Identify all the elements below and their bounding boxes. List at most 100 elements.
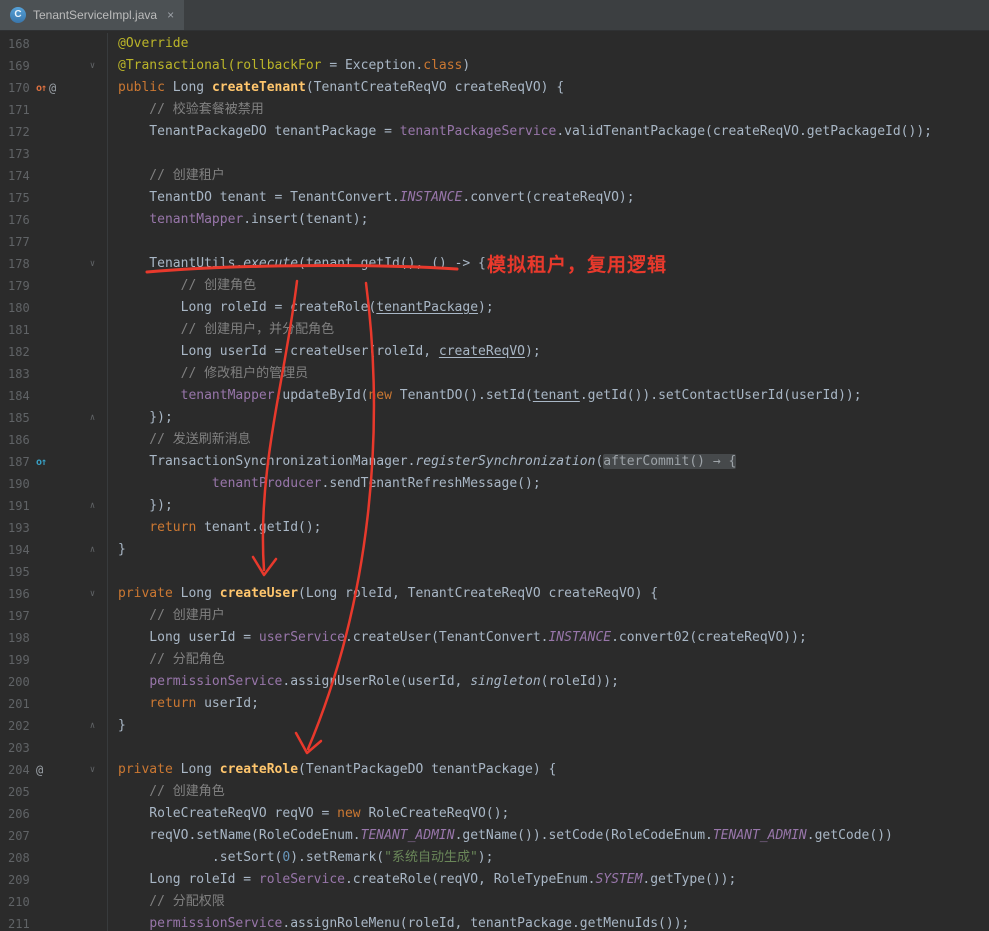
gutter-icon-area (34, 99, 78, 121)
fold-toggle[interactable]: ∧ (78, 715, 108, 737)
code-text[interactable]: tenantMapper.insert(tenant); (108, 209, 989, 231)
token: ).setRemark( (290, 850, 384, 865)
code-line: 170o↑@public Long createTenant(TenantCre… (0, 77, 989, 99)
override-marker-icon[interactable]: o↑ (36, 83, 46, 94)
gutter-icon-area (34, 121, 78, 143)
fold-toggle[interactable]: ∨ (78, 253, 108, 275)
code-text[interactable]: tenantProducer.sendTenantRefreshMessage(… (108, 473, 989, 495)
line-number: 181 (0, 319, 34, 341)
annotation-marker-icon[interactable]: @ (49, 81, 56, 95)
code-text[interactable]: Long roleId = createRole(tenantPackage); (108, 297, 989, 319)
code-text[interactable]: permissionService.assignRoleMenu(roleId,… (108, 913, 989, 931)
code-text[interactable]: }); (108, 495, 989, 517)
token (118, 520, 149, 535)
code-text[interactable]: // 创建角色 (108, 781, 989, 803)
fold-toggle[interactable]: ∧ (78, 495, 108, 517)
code-line: 174 // 创建租户 (0, 165, 989, 187)
code-text[interactable]: private Long createRole(TenantPackageDO … (108, 759, 989, 781)
fold-toggle (78, 671, 108, 693)
token: registerSynchronization (415, 454, 595, 469)
token: INSTANCE (548, 630, 611, 645)
gutter-icon-area (34, 847, 78, 869)
code-text[interactable]: // 创建租户 (108, 165, 989, 187)
line-number: 191 (0, 495, 34, 517)
code-text[interactable] (108, 143, 989, 165)
code-text[interactable]: }); (108, 407, 989, 429)
gutter-icon-area (34, 275, 78, 297)
tab-close-icon[interactable]: × (167, 8, 174, 22)
fold-toggle (78, 143, 108, 165)
fold-toggle (78, 363, 108, 385)
code-text[interactable]: tenantMapper.updateById(new TenantDO().s… (108, 385, 989, 407)
code-text[interactable]: TransactionSynchronizationManager.regist… (108, 451, 989, 473)
fold-toggle (78, 165, 108, 187)
fold-toggle (78, 319, 108, 341)
code-text[interactable] (108, 737, 989, 759)
code-line: 183 // 修改租户的管理员 (0, 363, 989, 385)
token: private (118, 762, 181, 777)
code-text[interactable]: private Long createUser(Long roleId, Ten… (108, 583, 989, 605)
line-number: 174 (0, 165, 34, 187)
code-text[interactable]: Long userId = userService.createUser(Ten… (108, 627, 989, 649)
code-text[interactable]: TenantDO tenant = TenantConvert.INSTANCE… (108, 187, 989, 209)
fold-toggle[interactable]: ∧ (78, 407, 108, 429)
code-text[interactable]: // 创建用户 (108, 605, 989, 627)
token: new (337, 806, 360, 821)
code-text[interactable]: RoleCreateReqVO reqVO = new RoleCreateRe… (108, 803, 989, 825)
code-text[interactable]: // 发送刷新消息 (108, 429, 989, 451)
code-text[interactable]: // 创建角色 (108, 275, 989, 297)
code-text[interactable]: .setSort(0).setRemark("系统自动生成"); (108, 847, 989, 869)
code-text[interactable]: reqVO.setName(RoleCodeEnum.TENANT_ADMIN.… (108, 825, 989, 847)
code-text[interactable]: // 分配权限 (108, 891, 989, 913)
token: // 创建用户，并分配角色 (118, 322, 334, 337)
line-number: 173 (0, 143, 34, 165)
line-number: 180 (0, 297, 34, 319)
code-text[interactable]: Long userId = createUser(roleId, createR… (108, 341, 989, 363)
code-text[interactable]: // 创建用户，并分配角色 (108, 319, 989, 341)
gutter-icon-area (34, 319, 78, 341)
token (118, 696, 149, 711)
token: (TenantPackageDO tenantPackage) { (298, 762, 556, 777)
token: TenantDO tenant = TenantConvert. (118, 190, 400, 205)
code-text[interactable]: } (108, 539, 989, 561)
fold-toggle (78, 33, 108, 55)
gutter-icon-area (34, 539, 78, 561)
code-text[interactable]: Long roleId = roleService.createRole(req… (108, 869, 989, 891)
code-text[interactable]: // 分配角色 (108, 649, 989, 671)
fold-toggle[interactable]: ∨ (78, 583, 108, 605)
token: .insert(tenant); (243, 212, 368, 227)
token: userService (259, 630, 345, 645)
code-text[interactable]: public Long createTenant(TenantCreateReq… (108, 77, 989, 99)
code-text[interactable]: permissionService.assignUserRole(userId,… (108, 671, 989, 693)
code-text[interactable]: @Override (108, 33, 989, 55)
fold-toggle (78, 627, 108, 649)
gutter-icon-area (34, 253, 78, 275)
gutter-icon-area: @ (34, 759, 78, 781)
editor-lines: 168 @Override169∨@Transactional(rollbackF… (0, 33, 989, 931)
code-text[interactable]: @Transactional(rollbackFor = Exception.c… (108, 55, 989, 77)
code-text[interactable]: } (108, 715, 989, 737)
code-text[interactable]: TenantPackageDO tenantPackage = tenantPa… (108, 121, 989, 143)
token: RoleCreateReqVO reqVO = (118, 806, 337, 821)
line-number: 203 (0, 737, 34, 759)
code-text[interactable]: // 修改租户的管理员 (108, 363, 989, 385)
line-number: 168 (0, 33, 34, 55)
token: } (118, 542, 126, 557)
code-text[interactable]: return tenant.getId(); (108, 517, 989, 539)
gutter-icon-area (34, 341, 78, 363)
line-number: 187 (0, 451, 34, 473)
code-text[interactable] (108, 561, 989, 583)
fold-toggle[interactable]: ∧ (78, 539, 108, 561)
fold-toggle (78, 737, 108, 759)
code-text[interactable]: return userId; (108, 693, 989, 715)
fold-toggle[interactable]: ∨ (78, 759, 108, 781)
annotation-marker-icon[interactable]: @ (36, 763, 43, 777)
code-line: 169∨@Transactional(rollbackFor = Excepti… (0, 55, 989, 77)
tab-tenantserviceimpl-java[interactable]: C TenantServiceImpl.java × (0, 0, 184, 30)
fold-toggle (78, 99, 108, 121)
code-text[interactable]: // 校验套餐被禁用 (108, 99, 989, 121)
token: "系统自动生成" (384, 850, 478, 865)
token: ); (525, 344, 541, 359)
implement-marker-icon[interactable]: o↑ (36, 457, 46, 468)
fold-toggle[interactable]: ∨ (78, 55, 108, 77)
